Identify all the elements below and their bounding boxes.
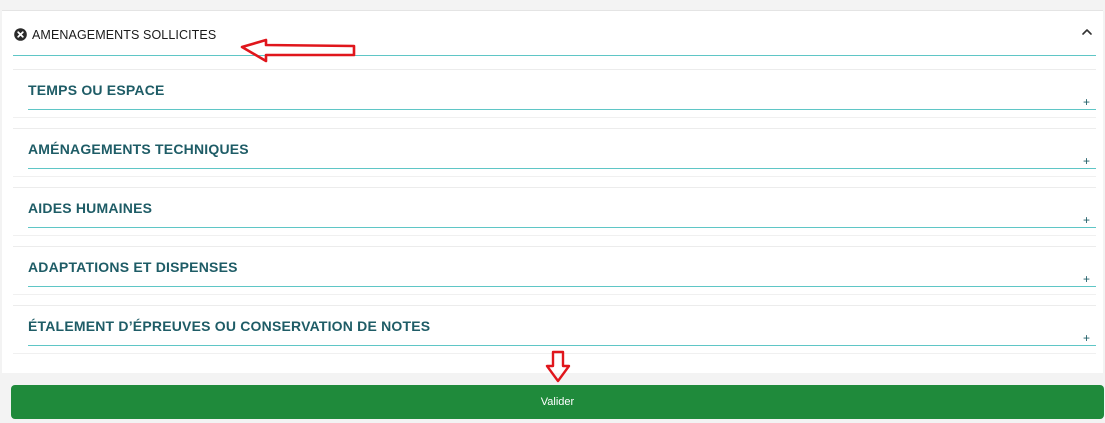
amenagements-panel: AMENAGEMENTS SOLLICITES TEMPS OU ESPACE … (2, 10, 1103, 373)
expand-plus-icon[interactable]: + (1083, 273, 1090, 285)
section-aides-humaines[interactable]: AIDES HUMAINES + (13, 187, 1096, 236)
section-divider (28, 286, 1096, 287)
section-divider (28, 168, 1096, 169)
red-arrow-down-icon (545, 350, 571, 383)
expand-plus-icon[interactable]: + (1083, 96, 1090, 108)
section-divider (28, 109, 1096, 110)
chevron-up-icon[interactable] (1080, 25, 1094, 39)
section-label: AIDES HUMAINES (28, 200, 153, 216)
close-circle-icon[interactable] (14, 28, 27, 41)
section-label: ADAPTATIONS ET DISPENSES (28, 259, 238, 275)
section-etalement-epreuves[interactable]: ÉTALEMENT D’ÉPREUVES OU CONSERVATION DE … (13, 305, 1096, 354)
page: AMENAGEMENTS SOLLICITES TEMPS OU ESPACE … (0, 0, 1105, 423)
expand-plus-icon[interactable]: + (1083, 332, 1090, 344)
section-divider (28, 345, 1096, 346)
section-adaptations-et-dispenses[interactable]: ADAPTATIONS ET DISPENSES + (13, 246, 1096, 295)
red-arrow-left-icon (240, 38, 356, 63)
section-label: TEMPS OU ESPACE (28, 82, 165, 98)
valider-button[interactable]: Valider (11, 385, 1104, 419)
section-temps-ou-espace[interactable]: TEMPS OU ESPACE + (13, 69, 1096, 118)
section-divider (28, 227, 1096, 228)
header-divider (13, 55, 1096, 56)
section-label: AMÉNAGEMENTS TECHNIQUES (28, 141, 249, 157)
expand-plus-icon[interactable]: + (1083, 214, 1090, 226)
section-amenagements-techniques[interactable]: AMÉNAGEMENTS TECHNIQUES + (13, 128, 1096, 177)
panel-header[interactable]: AMENAGEMENTS SOLLICITES (2, 11, 1103, 56)
panel-title: AMENAGEMENTS SOLLICITES (32, 28, 217, 42)
expand-plus-icon[interactable]: + (1083, 155, 1090, 167)
section-label: ÉTALEMENT D’ÉPREUVES OU CONSERVATION DE … (28, 318, 431, 334)
sections-list: TEMPS OU ESPACE + AMÉNAGEMENTS TECHNIQUE… (13, 69, 1096, 364)
